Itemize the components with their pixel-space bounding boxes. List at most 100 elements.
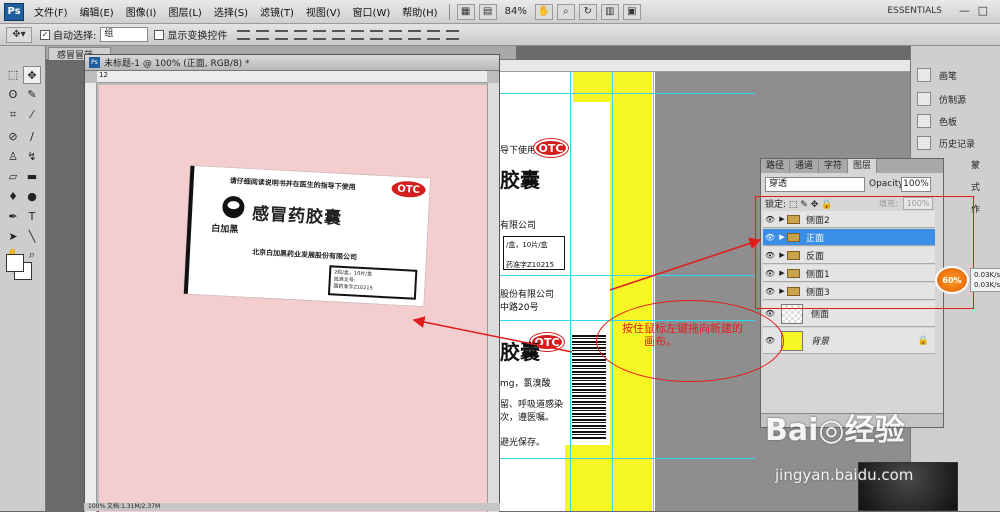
panel-brush-label: 画笔 <box>939 71 958 82</box>
history-icon <box>917 136 931 150</box>
history-brush-icon[interactable]: ↯ <box>23 148 41 166</box>
menu-select[interactable]: 选择(S) <box>208 4 254 19</box>
align-top-icon[interactable] <box>237 29 251 40</box>
quick-select-tool-icon[interactable]: ✎ <box>23 86 41 104</box>
package-front-layer[interactable]: 请仔细阅读说明书并在医生的指导下使用 OTC 感冒药胶囊 白加黑 北京白加黑药业… <box>183 165 431 307</box>
menu-edit[interactable]: 编辑(E) <box>74 4 120 19</box>
panel-clone-source[interactable]: 仿制源 <box>917 92 966 106</box>
card-otc-badge: OTC <box>391 180 426 199</box>
distribute-left-icon[interactable] <box>408 29 422 40</box>
view-extras-icon[interactable]: ▤ <box>478 3 497 20</box>
menu-view[interactable]: 视图(V) <box>300 4 347 19</box>
brush-tool-icon[interactable]: ∕ <box>23 128 41 146</box>
minimize-icon[interactable]: — <box>959 4 970 17</box>
document-title-bar[interactable]: Ps 未标题-1 @ 100% (正面, RGB/8) * <box>85 55 499 71</box>
swatches-icon <box>917 114 931 128</box>
bg-usage-1: 留、呼吸道感染 <box>500 400 564 410</box>
align-bottom-icon[interactable] <box>275 29 289 40</box>
menu-help[interactable]: 帮助(H) <box>396 4 443 19</box>
bridge-icon[interactable]: ▦ <box>456 3 475 20</box>
path-select-icon[interactable]: ➤ <box>4 228 22 246</box>
guide-line <box>485 275 755 276</box>
blur-tool-icon[interactable]: ♦ <box>4 188 22 206</box>
menu-filter[interactable]: 滤镜(T) <box>254 4 300 19</box>
screen-mode-icon[interactable]: ▣ <box>622 3 641 20</box>
line-tool-icon[interactable]: ╲ <box>23 228 41 246</box>
blend-mode-dropdown[interactable]: 穿透 <box>765 177 865 192</box>
move-tool-preset-icon[interactable]: ✥▾ <box>6 26 32 43</box>
lasso-tool-icon[interactable]: ʘ <box>4 86 22 104</box>
show-transform-checkbox[interactable] <box>154 29 165 40</box>
panel-styles[interactable]: 式 <box>971 180 980 193</box>
align-hcenter-icon[interactable] <box>313 29 327 40</box>
card-instruction: 请仔细阅读说明书并在医生的指导下使用 <box>229 176 356 192</box>
photoshop-logo[interactable]: Ps <box>4 2 24 21</box>
clone-stamp-icon[interactable]: ♙ <box>4 148 22 166</box>
annotation-line-2: 画布。 <box>644 335 677 348</box>
panel-masks[interactable]: 蒙 <box>971 158 980 171</box>
baidu-watermark-url: jingyan.baidu.com <box>775 466 914 484</box>
horizontal-ruler[interactable]: 12 <box>97 71 487 83</box>
tab-channels[interactable]: 通道 <box>790 159 820 173</box>
align-left-icon[interactable] <box>294 29 308 40</box>
foreground-color-swatch[interactable] <box>6 254 24 272</box>
dodge-tool-icon[interactable]: ● <box>23 188 41 206</box>
menu-file[interactable]: 文件(F) <box>28 4 74 19</box>
maximize-icon[interactable]: □ <box>978 4 988 17</box>
auto-select-dropdown[interactable]: 组 <box>100 27 149 42</box>
package-yellow-strip <box>610 72 652 511</box>
crop-tool-icon[interactable]: ⌗ <box>4 106 22 124</box>
brand-logo-icon <box>221 195 245 219</box>
marquee-tool-icon[interactable]: ⬚ <box>4 66 22 84</box>
annotation-text: 按住鼠标左键拖向新建的 画布。 <box>622 322 743 348</box>
distribute-vcenter-icon[interactable] <box>370 29 384 40</box>
layer-thumbnail <box>781 330 803 351</box>
hand-tool-icon[interactable]: ✋ <box>534 3 553 20</box>
menu-layer[interactable]: 图层(L) <box>162 4 207 19</box>
distribute-top-icon[interactable] <box>351 29 365 40</box>
brush-panel-icon <box>917 68 931 82</box>
align-right-icon[interactable] <box>332 29 346 40</box>
vertical-scrollbar[interactable] <box>487 83 499 512</box>
zoom-level[interactable]: 84% <box>505 6 527 17</box>
panel-brush[interactable]: 画笔 <box>917 68 957 82</box>
bg-ingredients: mg，氯溴酸 <box>500 379 551 389</box>
distribute-hcenter-icon[interactable] <box>427 29 441 40</box>
workspace-switcher[interactable]: ESSENTIALS <box>887 6 942 16</box>
zoom-tool-icon[interactable]: ⌕ <box>556 3 575 20</box>
tab-layers[interactable]: 图层 <box>848 159 878 173</box>
auto-select-checkbox[interactable]: ✓ <box>40 29 50 40</box>
bg-product-name-2: 胶囊 <box>500 340 540 364</box>
menu-bar: Ps 文件(F) 编辑(E) 图像(I) 图层(L) 选择(S) 滤镜(T) 视… <box>0 0 1000 24</box>
menu-image[interactable]: 图像(I) <box>120 4 163 19</box>
layers-panel-tabs: 路径 通道 字符 图层 <box>761 159 943 173</box>
move-tool-icon[interactable]: ✥ <box>23 66 41 84</box>
type-tool-icon[interactable]: T <box>23 208 41 226</box>
eyedropper-tool-icon[interactable]: ⁄ <box>23 106 41 124</box>
panel-swatches-label: 色板 <box>939 117 958 128</box>
eraser-tool-icon[interactable]: ▱ <box>4 168 22 186</box>
opacity-input[interactable]: 100% <box>901 177 931 192</box>
rotate-view-icon[interactable]: ↻ <box>578 3 597 20</box>
panel-history[interactable]: 历史记录 <box>917 136 975 150</box>
arrange-documents-icon[interactable]: ▥ <box>600 3 619 20</box>
network-speed-badge[interactable]: 60% <box>935 266 969 294</box>
pen-tool-icon[interactable]: ✒ <box>4 208 22 226</box>
menu-window[interactable]: 窗口(W) <box>347 4 397 19</box>
tab-character[interactable]: 字符 <box>819 159 849 173</box>
background-ruler <box>485 60 910 72</box>
align-vcenter-icon[interactable] <box>256 29 270 40</box>
vertical-ruler[interactable] <box>85 83 97 512</box>
healing-brush-icon[interactable]: ⊘ <box>4 128 22 146</box>
auto-select-label: 自动选择: <box>53 31 97 42</box>
bg-company-short: 有限公司 <box>500 221 537 231</box>
ruler-mark: 12 <box>99 71 108 79</box>
layer-row-background[interactable]: 👁 背景 🔒 <box>763 328 935 354</box>
panel-swatches[interactable]: 色板 <box>917 114 957 128</box>
document-status-bar: 100% 文档:1.31M/2.37M <box>84 503 500 511</box>
tab-paths[interactable]: 路径 <box>761 159 791 173</box>
distribute-bottom-icon[interactable] <box>389 29 403 40</box>
bg-company-2: 股份有限公司 <box>500 290 555 300</box>
gradient-tool-icon[interactable]: ▬ <box>23 168 41 186</box>
distribute-right-icon[interactable] <box>446 29 460 40</box>
